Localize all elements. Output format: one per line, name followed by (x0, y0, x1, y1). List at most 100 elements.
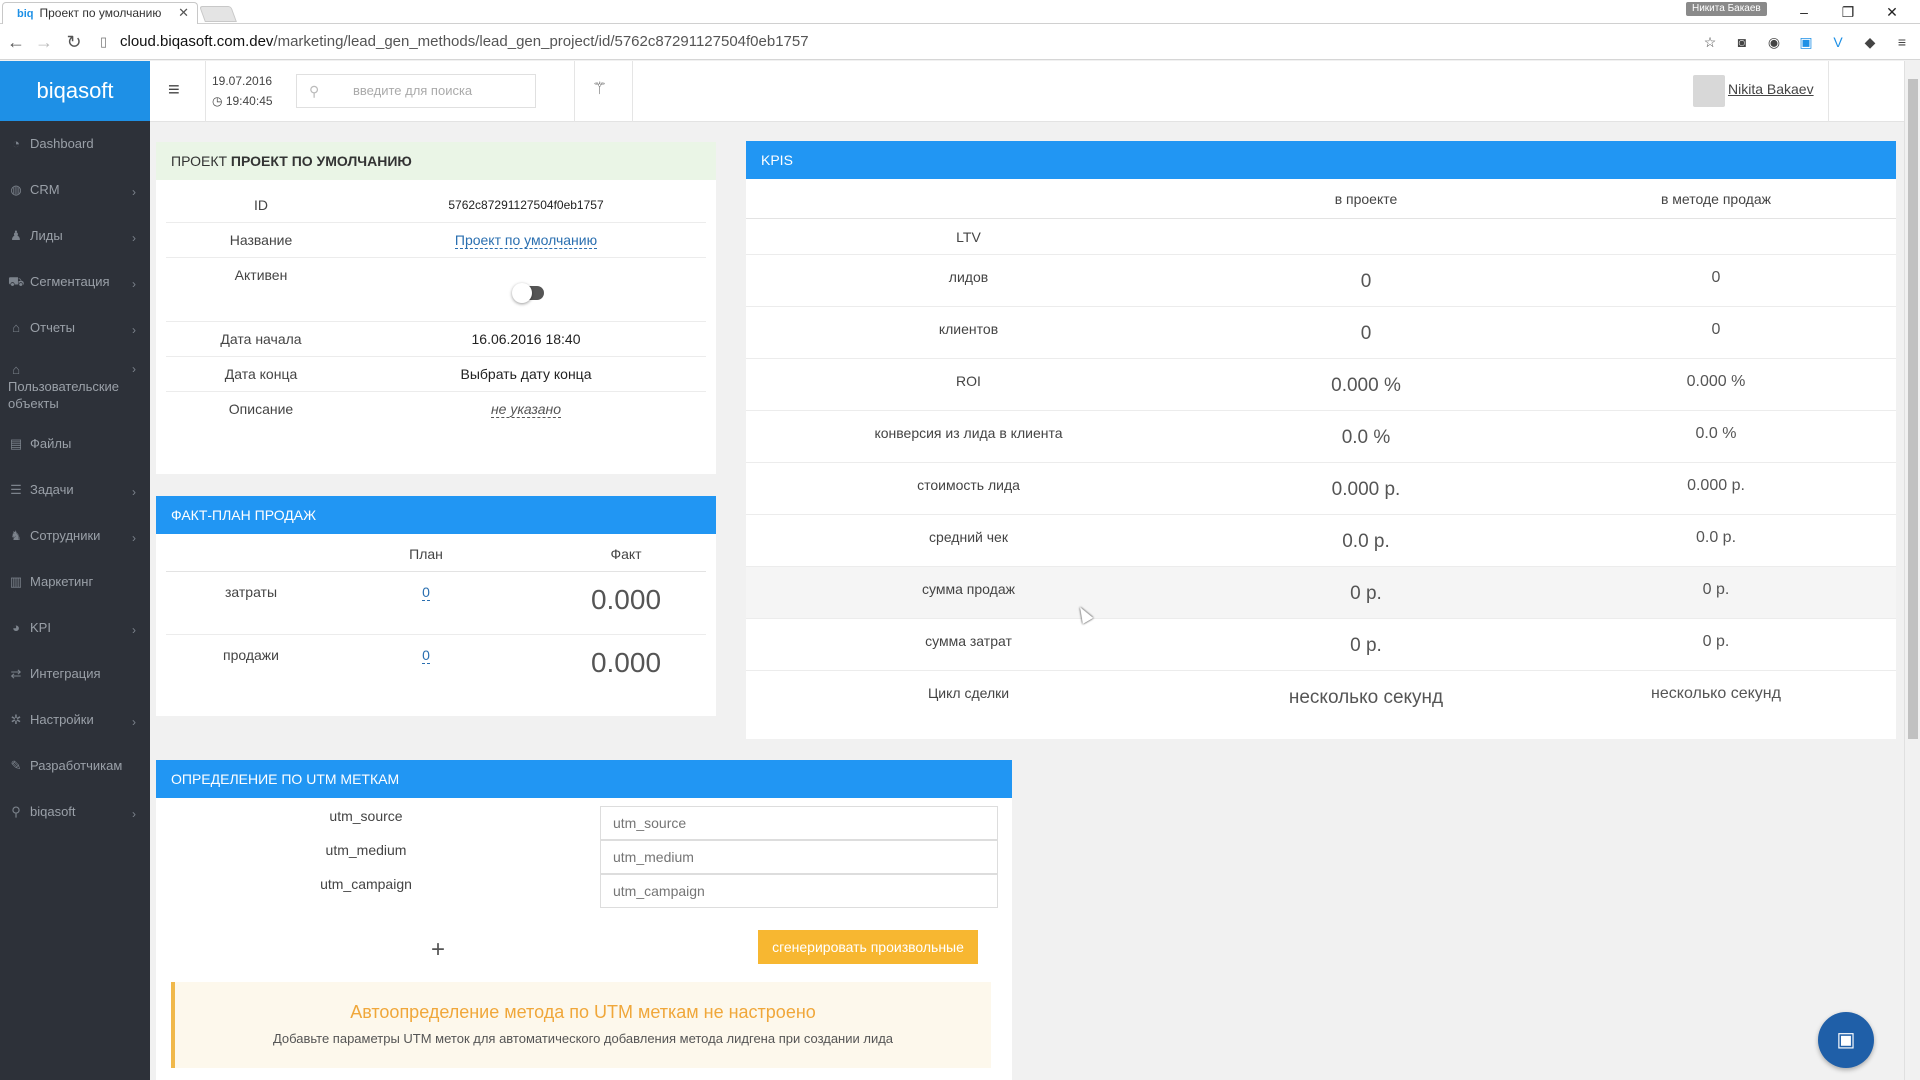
project-name-editable[interactable]: Проект по умолчанию (454, 232, 598, 249)
sidebar-item-tasks[interactable]: ☰ Задачи › (0, 467, 150, 513)
forward-icon[interactable]: → (32, 30, 56, 54)
generate-random-button[interactable]: сгенерировать произвольные (758, 930, 978, 964)
minimize-icon[interactable]: – (1782, 0, 1826, 24)
sidebar-item-leads[interactable]: ♟ Лиды › (0, 213, 150, 259)
kpi-label: сумма затрат (925, 633, 1012, 649)
sidebar-item-settings[interactable]: ✲ Настройки › (0, 697, 150, 743)
scrollbar[interactable] (1904, 61, 1920, 1080)
fact-costs-value: 0.000 (590, 584, 662, 615)
url-field[interactable]: ▯ cloud.biqasoft.com.dev/marketing/lead_… (96, 29, 1696, 55)
top-header: ≡ 19.07.2016 ◷ 19:40:45 ⚲ введите для по… (150, 61, 1904, 122)
back-icon[interactable]: ← (4, 30, 28, 54)
sidebar-item-employees[interactable]: ♞ Сотрудники › (0, 513, 150, 559)
clock-icon: ◷ (212, 94, 223, 108)
user-name-link[interactable]: Nikita Bakaev (1728, 81, 1814, 97)
sidebar-item-custom-objects[interactable]: ⌂ Пользовательские объекты › (0, 351, 150, 421)
kpi-method-value: 0 р. (1702, 633, 1730, 650)
reload-icon[interactable]: ↻ (62, 30, 86, 54)
menu-icon[interactable]: ≡ (1892, 32, 1912, 52)
scrollbar-thumb[interactable] (1908, 79, 1918, 739)
lock-extension-icon[interactable]: ◉ (1764, 32, 1784, 52)
kpi-method-value: 0 (1711, 269, 1721, 286)
project-row-description: Описание не указано (166, 392, 706, 427)
pocket-icon[interactable]: ◙ (1732, 32, 1752, 52)
sidebar-item-developers[interactable]: ✎ Разработчикам (0, 743, 150, 789)
chevron-right-icon: › (132, 807, 136, 821)
gauge-icon: ◕ (12, 620, 20, 635)
save-button[interactable]: ▣ (1818, 1012, 1874, 1068)
sidebar-item-kpi[interactable]: ◕ KPI › (0, 605, 150, 651)
kpi-row-leads: лидов 0 0 (746, 255, 1896, 307)
url-path: /marketing/lead_gen_methods/lead_gen_pro… (273, 33, 809, 50)
sidebar-item-segmentation[interactable]: ⛟ Сегментация › (0, 259, 150, 305)
window-close-icon[interactable]: ✕ (1870, 0, 1914, 24)
restore-icon[interactable]: ❐ (1826, 0, 1870, 24)
project-panel: Проект Проект по умолчанию ID 5762c87291… (156, 142, 716, 474)
row-key: Описание (228, 401, 294, 417)
magic-wand-icon[interactable]: ⚚ (592, 79, 607, 99)
sidebar-item-integration[interactable]: ⇄ Интеграция (0, 651, 150, 697)
browser-tabbar: biq Проект по умолчанию ✕ Никита Бакаев –… (0, 0, 1920, 24)
search-icon: ⚲ (309, 83, 320, 99)
bookmark-star-icon[interactable]: ☆ (1700, 32, 1720, 52)
extension-icon[interactable]: ▣ (1796, 32, 1816, 52)
kpi-method-value: несколько секунд (1651, 685, 1781, 702)
browser-tab[interactable]: biq Проект по умолчанию ✕ (2, 2, 198, 24)
new-tab-button[interactable] (199, 6, 237, 22)
plan-sales-editable[interactable]: 0 (422, 647, 430, 664)
header-time: 19:40:45 (225, 94, 273, 108)
sidebar-item-crm[interactable]: ◍ CRM › (0, 167, 150, 213)
factplan-row-costs: затраты 0 0.000 (166, 572, 706, 635)
avatar[interactable] (1693, 75, 1725, 107)
utm-campaign-input[interactable] (600, 874, 998, 908)
tab-title: Проект по умолчанию (39, 6, 162, 20)
search-input[interactable]: ⚲ введите для поиска (296, 74, 536, 108)
wrench-icon: ✎ (10, 758, 22, 773)
divider (1828, 61, 1829, 122)
row-label: продажи (223, 647, 279, 663)
pin-icon: ⚲ (11, 804, 21, 819)
add-utm-button[interactable]: + (431, 936, 445, 964)
sidebar-item-marketing[interactable]: ▥ Маркетинг (0, 559, 150, 605)
end-date-picker[interactable]: Выбрать дату конца (356, 366, 696, 382)
tasks-icon: ☰ (10, 482, 22, 497)
divider (632, 61, 633, 122)
divider (574, 61, 575, 122)
project-panel-header: Проект Проект по умолчанию (156, 142, 716, 180)
kpi-project-value: несколько секунд (1288, 687, 1444, 708)
v-extension-icon[interactable]: V (1828, 32, 1848, 52)
exchange-icon: ⇄ (10, 666, 22, 681)
kpi-method-value: 0.0 % (1695, 425, 1737, 442)
kpis-panel-header: KPIs (746, 141, 1896, 179)
kpi-label: стоимость лида (917, 477, 1020, 493)
factplan-panel: Факт-план продаж План Факт затраты 0 0.0… (156, 496, 716, 716)
tab-close-icon[interactable]: ✕ (178, 3, 189, 23)
sidebar-item-dashboard[interactable]: ◔ Dashboard (0, 121, 150, 167)
plan-costs-editable[interactable]: 0 (422, 584, 430, 601)
chevron-right-icon: › (132, 362, 136, 376)
logo[interactable]: biqasoft (0, 61, 150, 121)
hamburger-menu-icon[interactable]: ≡ (168, 79, 180, 102)
sidebar-item-biqasoft[interactable]: ⚲ biqasoft › (0, 789, 150, 835)
col-fact: Факт (610, 546, 642, 562)
active-toggle[interactable] (512, 283, 544, 303)
crm-icon: ◍ (10, 182, 22, 197)
sidebar-item-label: Пользовательские объекты (8, 379, 120, 411)
browser-user-badge[interactable]: Никита Бакаев (1686, 2, 1767, 16)
sidebar-item-label: Задачи (30, 482, 74, 497)
spy-extension-icon[interactable]: ◆ (1860, 32, 1880, 52)
description-editable[interactable]: не указано (490, 401, 562, 418)
row-label: затраты (224, 584, 278, 600)
sidebar-item-reports[interactable]: ⌂ Отчеты › (0, 305, 150, 351)
chevron-right-icon: › (132, 323, 136, 337)
sidebar-item-label: biqasoft (30, 804, 76, 819)
kpi-row-roi: ROI 0.000 % 0.000 % (746, 359, 1896, 411)
kpi-method-value: 0.000 р. (1687, 477, 1745, 494)
sidebar-item-files[interactable]: ▤ Файлы (0, 421, 150, 467)
kpi-project-value: 0.0 % (1341, 427, 1391, 448)
kpi-row-conversion: конверсия из лида в клиента 0.0 % 0.0 % (746, 411, 1896, 463)
chevron-right-icon: › (132, 231, 136, 245)
start-date-value[interactable]: 16.06.2016 18:40 (356, 331, 696, 347)
col-plan: План (409, 546, 443, 562)
row-key: Название (229, 232, 293, 248)
